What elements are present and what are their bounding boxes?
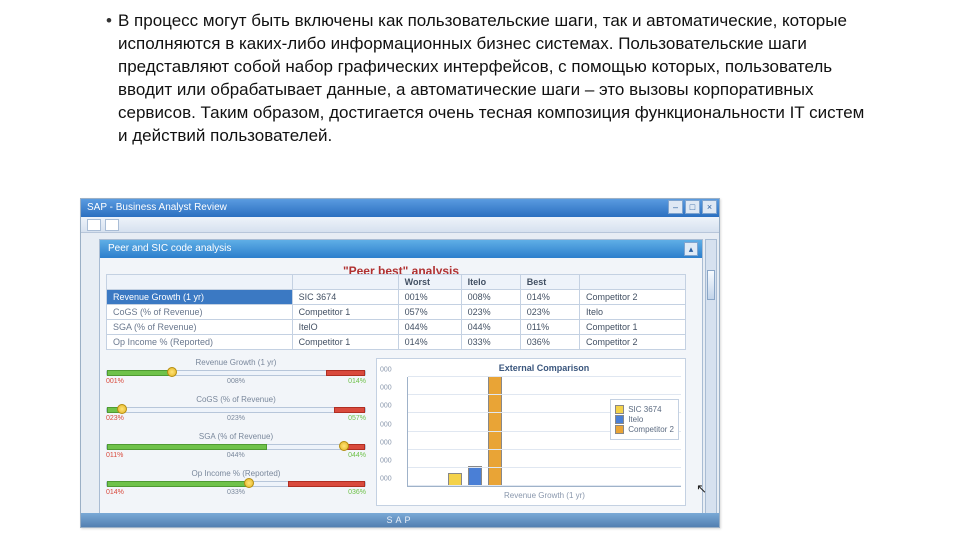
- table-cell: 044%: [461, 320, 520, 335]
- vertical-scrollbar[interactable]: [705, 239, 717, 519]
- panel-collapse-button[interactable]: ▴: [684, 242, 698, 256]
- external-comparison-chart: External Comparison Revenue Growth (1 yr…: [376, 358, 686, 506]
- table-cell: 014%: [398, 335, 461, 350]
- slider-track[interactable]: [106, 444, 366, 450]
- toolbar: [81, 217, 719, 233]
- table-cell: Op Income % (Reported): [107, 335, 293, 350]
- table-cell: 023%: [461, 305, 520, 320]
- panel-header[interactable]: Peer and SIC code analysis ▴: [100, 240, 702, 258]
- table-cell: Competitor 2: [579, 335, 685, 350]
- slider-label: CoGS (% of Revenue): [106, 395, 366, 404]
- table-row[interactable]: SGA (% of Revenue)ItelO044%044%011%Compe…: [107, 320, 686, 335]
- slider[interactable]: Op Income % (Reported)014%033%036%: [106, 469, 366, 496]
- analysis-panel: Peer and SIC code analysis ▴ "Peer best"…: [99, 239, 703, 519]
- table-header: [292, 275, 398, 290]
- cursor-icon: ↖: [696, 481, 707, 497]
- table-cell: 008%: [461, 290, 520, 305]
- table-cell: 044%: [398, 320, 461, 335]
- slider-label: Revenue Growth (1 yr): [106, 358, 366, 367]
- table-cell: 036%: [520, 335, 579, 350]
- slider-track[interactable]: [106, 370, 366, 376]
- table-header: Worst: [398, 275, 461, 290]
- slider-label: SGA (% of Revenue): [106, 432, 366, 441]
- slider-track[interactable]: [106, 407, 366, 413]
- table-cell: SGA (% of Revenue): [107, 320, 293, 335]
- chart-title: External Comparison: [407, 363, 681, 373]
- slider-knob[interactable]: [244, 478, 254, 488]
- chart-xlabel: Revenue Growth (1 yr): [408, 491, 681, 500]
- bullet-text: В процесс могут быть включены как пользо…: [118, 10, 870, 148]
- table-cell: 011%: [520, 320, 579, 335]
- table-cell: Revenue Growth (1 yr): [107, 290, 293, 305]
- table-cell: Competitor 1: [292, 335, 398, 350]
- slider-track[interactable]: [106, 481, 366, 487]
- window-titlebar[interactable]: SAP - Business Analyst Review – □ ×: [81, 199, 719, 217]
- chart-ytick: 000: [380, 439, 392, 446]
- chart-ytick: 000: [380, 457, 392, 464]
- sap-footer: SAP: [81, 513, 719, 527]
- slider-stack: Revenue Growth (1 yr)001%008%014% CoGS (%…: [106, 358, 366, 506]
- table-row[interactable]: Revenue Growth (1 yr)SIC 3674001%008%014…: [107, 290, 686, 305]
- window-minimize-button[interactable]: –: [668, 200, 683, 214]
- table-header: Best: [520, 275, 579, 290]
- toolbar-button[interactable]: [105, 219, 119, 231]
- table-cell: Competitor 1: [579, 320, 685, 335]
- table-cell: Competitor 1: [292, 305, 398, 320]
- window-title: SAP - Business Analyst Review: [87, 202, 227, 213]
- window-close-button[interactable]: ×: [702, 200, 717, 214]
- legend-item: Competitor 2: [615, 425, 674, 434]
- slider-knob[interactable]: [167, 367, 177, 377]
- table-header: [579, 275, 685, 290]
- slider-label: Op Income % (Reported): [106, 469, 366, 478]
- slider-knob[interactable]: [117, 404, 127, 414]
- table-cell: 023%: [520, 305, 579, 320]
- chart-legend: SIC 3674IteloCompetitor 2: [610, 399, 679, 440]
- chart-ytick: 000: [380, 421, 392, 428]
- panel-header-label: Peer and SIC code analysis: [108, 243, 231, 254]
- table-cell: 033%: [461, 335, 520, 350]
- bullet-marker: •: [100, 10, 118, 148]
- toolbar-button[interactable]: [87, 219, 101, 231]
- chart-ytick: 000: [380, 476, 392, 483]
- table-row[interactable]: Op Income % (Reported)Competitor 1014%03…: [107, 335, 686, 350]
- chart-bar: [468, 466, 482, 486]
- sap-window: SAP - Business Analyst Review – □ × Peer…: [80, 198, 720, 528]
- chart-ytick: 000: [380, 367, 392, 374]
- table-cell: Itelo: [579, 305, 685, 320]
- legend-item: Itelo: [615, 415, 674, 424]
- analysis-table: WorstIteloBest Revenue Growth (1 yr)SIC …: [106, 274, 686, 350]
- table-header: Itelo: [461, 275, 520, 290]
- table-cell: ItelO: [292, 320, 398, 335]
- slider[interactable]: SGA (% of Revenue)011%044%044%: [106, 432, 366, 459]
- slide-bullet: • В процесс могут быть включены как поль…: [100, 10, 870, 148]
- table-cell: 014%: [520, 290, 579, 305]
- table-cell: SIC 3674: [292, 290, 398, 305]
- legend-item: SIC 3674: [615, 405, 674, 414]
- table-cell: 001%: [398, 290, 461, 305]
- table-cell: Competitor 2: [579, 290, 685, 305]
- table-header: [107, 275, 293, 290]
- chart-ytick: 000: [380, 403, 392, 410]
- table-cell: CoGS (% of Revenue): [107, 305, 293, 320]
- table-row[interactable]: CoGS (% of Revenue)Competitor 1057%023%0…: [107, 305, 686, 320]
- table-cell: 057%: [398, 305, 461, 320]
- slider[interactable]: CoGS (% of Revenue)023%023%057%: [106, 395, 366, 422]
- slider[interactable]: Revenue Growth (1 yr)001%008%014%: [106, 358, 366, 385]
- window-maximize-button[interactable]: □: [685, 200, 700, 214]
- scrollbar-thumb[interactable]: [707, 270, 715, 300]
- chart-ytick: 000: [380, 385, 392, 392]
